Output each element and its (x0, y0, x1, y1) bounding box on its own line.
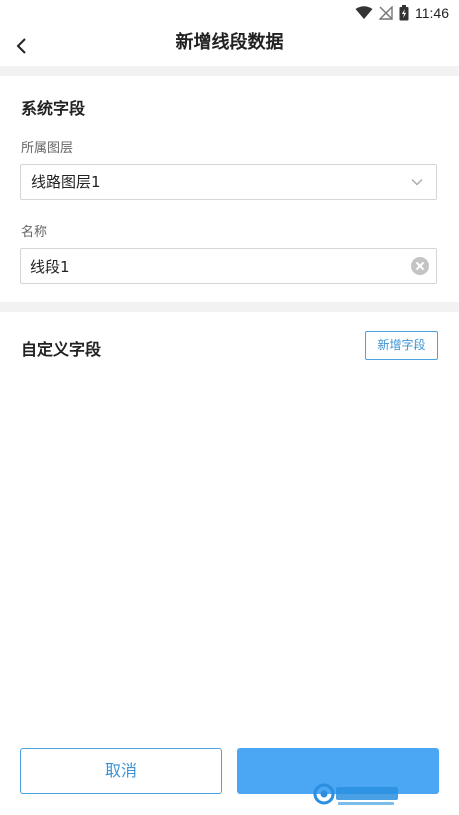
section-title-system-fields: 系统字段 (21, 99, 86, 118)
cancel-button[interactable]: 取消 (20, 748, 222, 794)
status-icons: 11:46 (355, 4, 449, 22)
add-field-button[interactable]: 新增字段 (365, 331, 438, 360)
divider-band (0, 302, 459, 312)
name-field-label: 名称 (21, 225, 48, 240)
status-bar: 11:46 (0, 0, 459, 26)
status-time: 11:46 (415, 5, 449, 21)
battery-charging-icon (399, 5, 409, 21)
app-header: 新增线段数据 (0, 26, 459, 66)
chevron-down-icon (411, 179, 423, 186)
section-title-custom-fields: 自定义字段 (21, 340, 102, 359)
divider-band (0, 66, 459, 76)
no-signal-icon (379, 6, 393, 20)
layer-select[interactable]: 线路图层1 (20, 164, 437, 200)
layer-field-label: 所属图层 (21, 141, 74, 156)
page-title: 新增线段数据 (175, 32, 284, 53)
clear-icon[interactable] (410, 256, 430, 276)
layer-select-value: 线路图层1 (31, 173, 101, 191)
name-input[interactable] (30, 249, 400, 283)
name-field (20, 248, 437, 284)
wifi-icon (355, 6, 373, 19)
watermark-logo (313, 783, 398, 805)
